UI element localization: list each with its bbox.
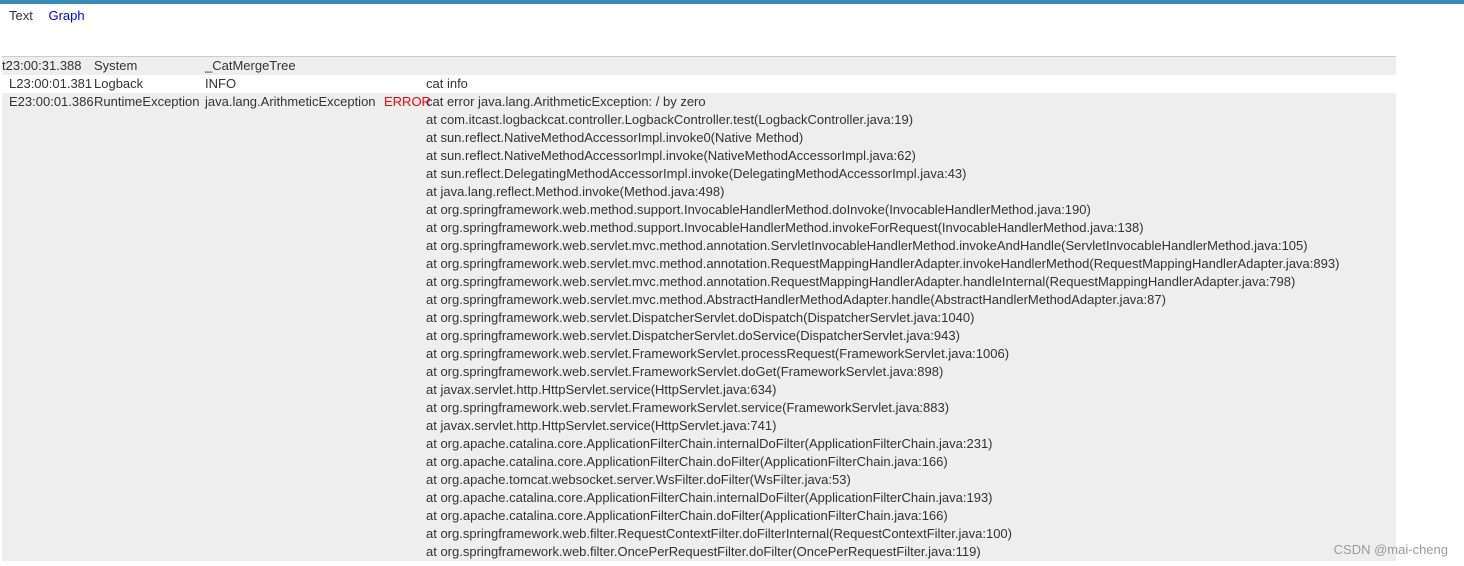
stack-trace-line: at com.itcast.logbackcat.controller.Logb… (426, 112, 914, 127)
row-time: L23:00:01.381 (9, 76, 93, 91)
message-tree-table: t23:00:31.388 System _CatMergeTree L23:0… (2, 56, 1396, 561)
stack-trace-line: at org.springframework.web.method.suppor… (426, 220, 1144, 235)
stack-trace-line: at org.springframework.web.filter.OncePe… (426, 544, 981, 559)
row-time: t23:00:31.388 (2, 58, 82, 73)
stack-trace-line: at org.springframework.web.servlet.Dispa… (426, 328, 960, 343)
row-time: E23:00:01.386 (9, 94, 94, 109)
stack-trace-line: at java.lang.reflect.Method.invoke(Metho… (426, 184, 725, 199)
stack-trace-line: at sun.reflect.NativeMethodAccessorImpl.… (426, 148, 916, 163)
row-name: INFO (205, 76, 237, 91)
row-data: cat info (426, 76, 468, 91)
stack-trace-line: at org.apache.catalina.core.ApplicationF… (426, 454, 948, 469)
stack-trace-line: at sun.reflect.DelegatingMethodAccessorI… (426, 166, 967, 181)
table-row-error: E23:00:01.386 RuntimeException java.lang… (2, 93, 1396, 561)
view-tabs: Text Graph (9, 7, 97, 25)
table-row-transaction: t23:00:31.388 System _CatMergeTree (2, 57, 1396, 75)
stack-trace: at com.itcast.logbackcat.controller.Logb… (2, 111, 1396, 561)
stack-trace-line: at org.springframework.web.servlet.Frame… (426, 400, 950, 415)
stack-trace-line: at org.apache.catalina.core.ApplicationF… (426, 508, 948, 523)
stack-trace-line: at org.apache.catalina.core.ApplicationF… (426, 490, 993, 505)
stack-trace-line: at org.apache.catalina.core.ApplicationF… (426, 436, 993, 451)
row-type: Logback (94, 76, 144, 91)
stack-trace-line: at org.springframework.web.servlet.mvc.m… (426, 238, 1308, 253)
row-name: java.lang.ArithmeticException (205, 94, 376, 109)
stack-trace-line: at javax.servlet.http.HttpServlet.servic… (426, 418, 777, 433)
stack-trace-line: at sun.reflect.NativeMethodAccessorImpl.… (426, 130, 804, 145)
stack-trace-line: at org.springframework.web.servlet.Frame… (426, 346, 1010, 361)
stack-trace-line: at org.springframework.web.method.suppor… (426, 202, 1091, 217)
stack-trace-line: at org.springframework.web.servlet.mvc.m… (426, 292, 1166, 307)
table-row-log-info: L23:00:01.381 Logback INFO cat info (2, 75, 1396, 93)
row-type: System (94, 58, 138, 73)
watermark: CSDN @mai-cheng (1333, 542, 1448, 557)
row-data: cat error java.lang.ArithmeticException:… (426, 94, 706, 109)
top-bar (0, 0, 1464, 4)
stack-trace-line: at org.springframework.web.servlet.mvc.m… (426, 256, 1340, 271)
row-type: RuntimeException (94, 94, 200, 109)
stack-trace-line: at javax.servlet.http.HttpServlet.servic… (426, 382, 777, 397)
stack-trace-line: at org.springframework.web.servlet.Frame… (426, 364, 944, 379)
tab-graph[interactable]: Graph (48, 8, 84, 23)
stack-trace-line: at org.springframework.web.servlet.Dispa… (426, 310, 975, 325)
row-name: _CatMergeTree (205, 58, 296, 73)
stack-trace-line: at org.springframework.web.servlet.mvc.m… (426, 274, 1296, 289)
row-status-error: ERROR (384, 94, 431, 109)
stack-trace-line: at org.springframework.web.filter.Reques… (426, 526, 1012, 541)
tab-text[interactable]: Text (9, 8, 33, 23)
stack-trace-line: at org.apache.tomcat.websocket.server.Ws… (426, 472, 851, 487)
